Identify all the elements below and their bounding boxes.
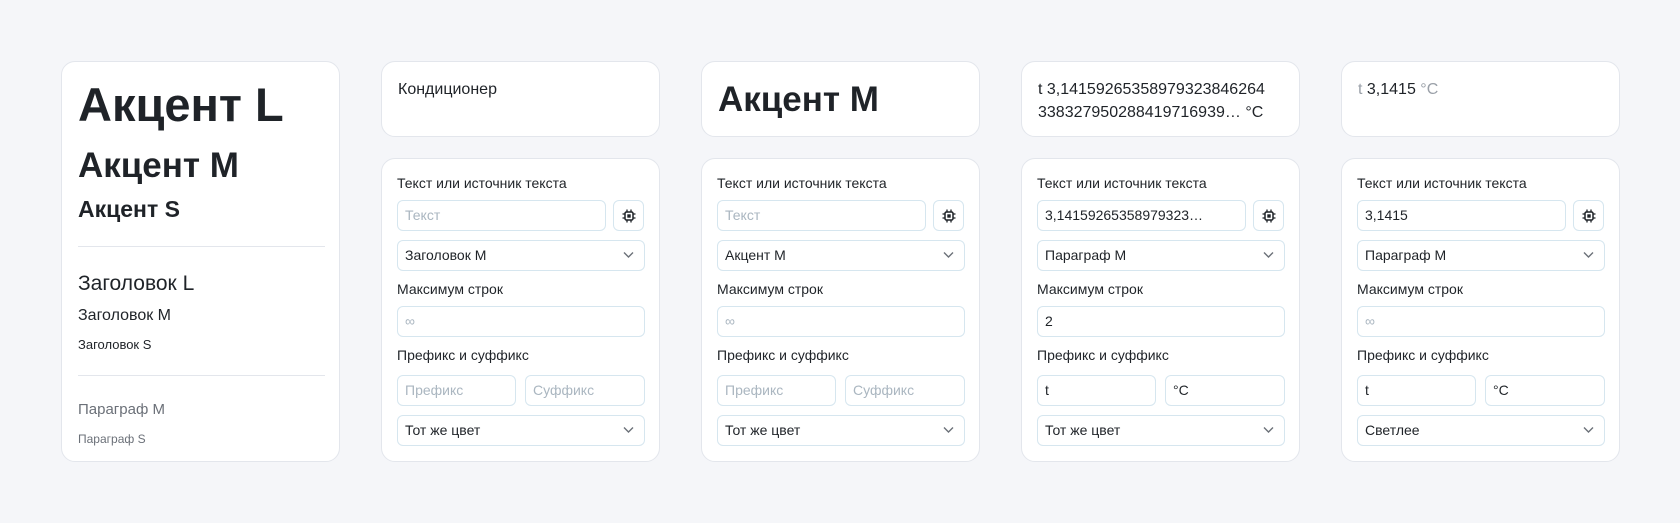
- max-lines-label: Максимум строк: [397, 281, 503, 297]
- text-input[interactable]: Текст: [397, 200, 606, 231]
- chevron-down-icon: [943, 252, 954, 258]
- prefix-suffix-label: Префикс и суффикс: [1357, 347, 1489, 363]
- color-select-value: Светлее: [1365, 422, 1420, 438]
- divider: [78, 375, 325, 376]
- preview-card: Акцент M: [701, 61, 980, 137]
- color-select[interactable]: Тот же цвет: [397, 415, 645, 446]
- prefix-suffix-label: Префикс и суффикс: [397, 347, 529, 363]
- chip-icon: [942, 209, 955, 222]
- color-select[interactable]: Светлее: [1357, 415, 1605, 446]
- style-select[interactable]: Параграф M: [1357, 240, 1605, 271]
- color-select[interactable]: Тот же цвет: [717, 415, 965, 446]
- preview-card: t 3,14159265358979323846264 338327950288…: [1021, 61, 1300, 137]
- preview-prefix: t: [1358, 81, 1363, 98]
- prefix-input[interactable]: t: [1357, 375, 1476, 406]
- text-source-label: Текст или источник текста: [1037, 175, 1207, 191]
- text-source-label: Текст или источник текста: [717, 175, 887, 191]
- sample-heading-m: Заголовок M: [78, 307, 171, 324]
- sample-accent-s: Акцент S: [78, 196, 180, 222]
- prefix-input[interactable]: t: [1037, 375, 1156, 406]
- chip-icon: [1262, 209, 1275, 222]
- style-select[interactable]: Заголовок M: [397, 240, 645, 271]
- color-select[interactable]: Тот же цвет: [1037, 415, 1285, 446]
- chevron-down-icon: [623, 252, 634, 258]
- style-select[interactable]: Параграф M: [1037, 240, 1285, 271]
- color-select-value: Тот же цвет: [725, 422, 801, 438]
- style-select-value: Акцент M: [725, 247, 786, 263]
- text-input[interactable]: Текст: [717, 200, 926, 231]
- editor-card: Текст или источник текста 3,141592653589…: [1021, 158, 1300, 462]
- preview-line-2: 338327950288419716939… °C: [1038, 104, 1264, 121]
- sample-paragraph-s: Параграф S: [78, 432, 146, 446]
- suffix-input[interactable]: Суффикс: [525, 375, 645, 406]
- prefix-input[interactable]: Префикс: [397, 375, 516, 406]
- max-lines-label: Максимум строк: [1037, 281, 1143, 297]
- text-source-label: Текст или источник текста: [397, 175, 567, 191]
- sample-accent-l: Акцент L: [78, 78, 284, 131]
- preview-value: 3,1415: [1366, 81, 1416, 98]
- style-select-value: Параграф M: [1365, 247, 1447, 263]
- text-input[interactable]: 3,1415: [1357, 200, 1566, 231]
- suffix-input[interactable]: °C: [1165, 375, 1285, 406]
- chevron-down-icon: [1583, 252, 1594, 258]
- style-select-value: Параграф M: [1045, 247, 1127, 263]
- chevron-down-icon: [1583, 427, 1594, 433]
- prefix-input[interactable]: Префикс: [717, 375, 836, 406]
- editor-card: Текст или источник текста Текст Акцент M…: [701, 158, 980, 462]
- preview-suffix: °C: [1420, 81, 1439, 98]
- sample-paragraph-m: Параграф M: [78, 401, 165, 418]
- max-lines-label: Максимум строк: [717, 281, 823, 297]
- chevron-down-icon: [1263, 252, 1274, 258]
- style-select[interactable]: Акцент M: [717, 240, 965, 271]
- style-select-value: Заголовок M: [405, 247, 487, 263]
- chevron-down-icon: [1263, 427, 1274, 433]
- color-select-value: Тот же цвет: [1045, 422, 1121, 438]
- prefix-suffix-label: Префикс и суффикс: [717, 347, 849, 363]
- sample-heading-s: Заголовок S: [78, 337, 152, 352]
- max-lines-input[interactable]: ∞: [717, 306, 965, 337]
- preview-card: Кондиционер: [381, 61, 660, 137]
- canvas: Акцент L Акцент M Акцент S Заголовок L З…: [0, 0, 1680, 523]
- preview-text: t 3,1415 °C: [1358, 78, 1603, 101]
- max-lines-input[interactable]: ∞: [397, 306, 645, 337]
- chip-button[interactable]: [933, 200, 964, 231]
- max-lines-label: Максимум строк: [1357, 281, 1463, 297]
- divider: [78, 246, 325, 247]
- chip-button[interactable]: [1573, 200, 1604, 231]
- sample-heading-l: Заголовок L: [78, 272, 195, 295]
- chip-icon: [1582, 209, 1595, 222]
- preview-card: t 3,1415 °C: [1341, 61, 1620, 137]
- max-lines-input[interactable]: 2: [1037, 306, 1285, 337]
- preview-text: Акцент M: [718, 80, 879, 119]
- suffix-input[interactable]: Суффикс: [845, 375, 965, 406]
- editor-card: Текст или источник текста Текст Заголово…: [381, 158, 660, 462]
- chevron-down-icon: [623, 427, 634, 433]
- sample-accent-m: Акцент M: [78, 146, 239, 185]
- chip-button[interactable]: [1253, 200, 1284, 231]
- chip-icon: [622, 209, 635, 222]
- type-scale-card: Акцент L Акцент M Акцент S Заголовок L З…: [61, 61, 340, 462]
- preview-line-1: t 3,14159265358979323846264: [1038, 81, 1265, 98]
- suffix-input[interactable]: °C: [1485, 375, 1605, 406]
- text-input[interactable]: 3,14159265358979323…: [1037, 200, 1246, 231]
- chevron-down-icon: [943, 427, 954, 433]
- editor-card: Текст или источник текста 3,1415 Парагра…: [1341, 158, 1620, 462]
- preview-text: Кондиционер: [398, 81, 497, 98]
- color-select-value: Тот же цвет: [405, 422, 481, 438]
- text-source-label: Текст или источник текста: [1357, 175, 1527, 191]
- chip-button[interactable]: [613, 200, 644, 231]
- prefix-suffix-label: Префикс и суффикс: [1037, 347, 1169, 363]
- max-lines-input[interactable]: ∞: [1357, 306, 1605, 337]
